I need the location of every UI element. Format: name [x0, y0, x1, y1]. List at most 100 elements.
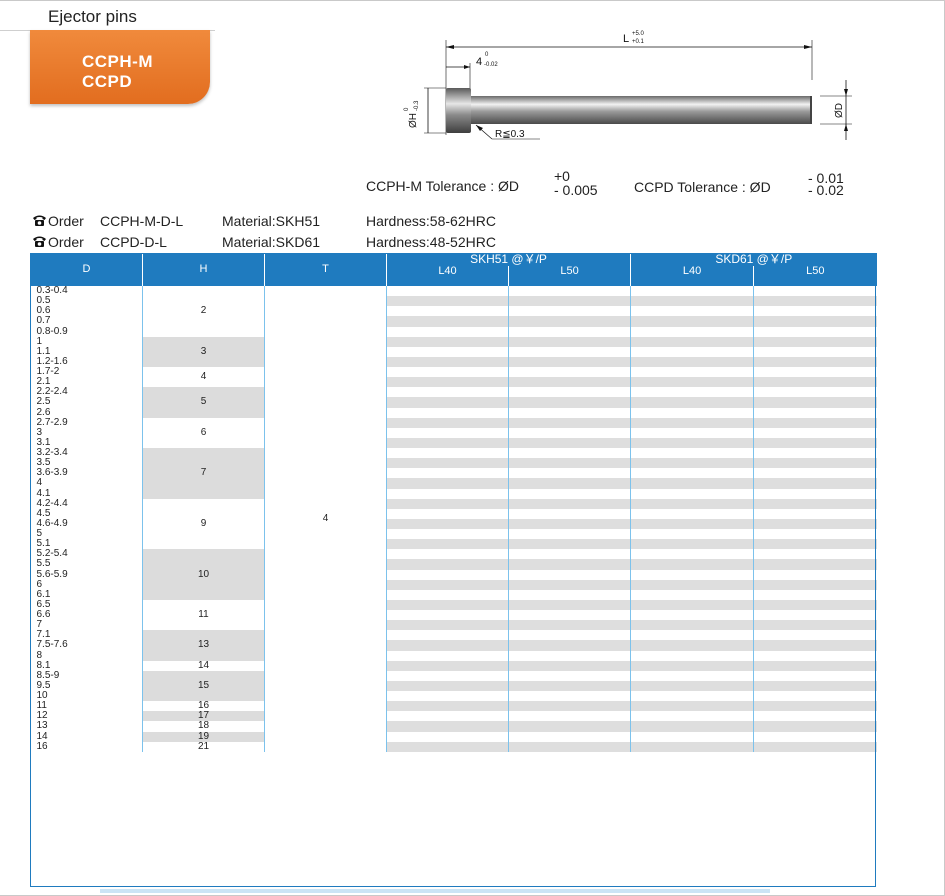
price-cell-skh51-l40	[386, 680, 509, 691]
price-cell-skd61-l50	[753, 660, 877, 671]
price-cell-skh51-l40	[386, 316, 509, 327]
price-cell-skh51-l40	[386, 599, 509, 610]
price-cell-skh51-l50	[507, 599, 631, 610]
price-cell-skh51-l50	[507, 691, 631, 702]
price-cell-skh51-l50	[507, 569, 631, 580]
price-cell-skd61-l50	[753, 529, 877, 540]
h-cell: 10	[142, 549, 265, 600]
price-cell-skh51-l40	[386, 478, 509, 489]
price-cell-skh51-l40	[386, 741, 509, 752]
price-cell-skd61-l50	[753, 397, 877, 408]
d-cell: 16	[30, 741, 143, 752]
header-skd61-l50: L50	[753, 266, 877, 286]
bottom-bar	[100, 889, 770, 893]
price-cell-skh51-l50	[507, 437, 631, 448]
price-cell-skd61-l40	[630, 316, 754, 327]
svg-text:+0.1: +0.1	[632, 39, 645, 45]
price-cell-skh51-l50	[507, 407, 631, 418]
price-cell-skh51-l40	[386, 559, 509, 570]
table-row: 6.5 11	[30, 599, 877, 631]
price-cell-skh51-l50	[507, 346, 631, 357]
price-cell-skh51-l40	[386, 589, 509, 600]
d-cell: 0.7	[30, 316, 143, 327]
price-cell-skh51-l40	[386, 417, 509, 428]
h-cell: 5	[142, 387, 265, 418]
price-cell-skh51-l50	[507, 721, 631, 732]
d-cell: 10	[30, 690, 143, 702]
price-cell-skh51-l50	[507, 620, 631, 631]
price-cell-skd61-l40	[630, 306, 754, 317]
price-cell-skd61-l50	[753, 387, 877, 398]
price-cell-skd61-l40	[630, 579, 754, 590]
d-cell: 4	[30, 478, 143, 489]
radius-label: R≦0.3	[495, 129, 525, 140]
h-cell: 7	[142, 448, 265, 499]
price-cell-skh51-l50	[507, 387, 631, 398]
price-cell-skd61-l40	[630, 356, 754, 367]
price-cell-skd61-l50	[753, 377, 877, 388]
price-cell-skh51-l40	[386, 407, 509, 418]
d-cell: 13	[30, 721, 143, 732]
spec-table-body: 0.3-0.4 2 4 0.5 0.6 0.7 0.8-0.9 1 3 1.1 1.2-1.6 1.7…	[30, 285, 877, 752]
price-cell-skd61-l50	[753, 610, 877, 621]
price-cell-skh51-l50	[507, 680, 631, 691]
h-cell: 4	[142, 367, 265, 388]
model-name-1: CCPH-M	[82, 52, 153, 71]
price-cell-skh51-l40	[386, 377, 509, 388]
price-cell-skd61-l50	[753, 407, 877, 418]
price-cell-skd61-l40	[630, 691, 754, 702]
price-cell-skd61-l40	[630, 549, 754, 560]
h-cell: 6	[142, 417, 265, 448]
price-cell-skh51-l50	[507, 518, 631, 529]
price-cell-skd61-l50	[753, 427, 877, 438]
d-cell: 5.6-5.9	[30, 569, 143, 580]
order-label: Order	[48, 213, 84, 229]
price-cell-skd61-l40	[630, 286, 754, 297]
price-cell-skh51-l40	[386, 721, 509, 732]
price-cell-skh51-l50	[507, 326, 631, 337]
price-cell-skh51-l50	[507, 316, 631, 327]
price-cell-skd61-l40	[630, 326, 754, 337]
price-cell-skd61-l50	[753, 701, 877, 712]
table-row: 2.7-2.9 6	[30, 417, 877, 448]
table-row: 16 21	[30, 741, 877, 752]
price-cell-skh51-l40	[386, 701, 509, 712]
header-h: H	[142, 253, 265, 286]
price-cell-skh51-l50	[507, 356, 631, 367]
price-cell-skh51-l50	[507, 731, 631, 742]
price-cell-skd61-l50	[753, 326, 877, 337]
header-skh51-l40: L40	[386, 266, 509, 286]
h-cell: 9	[142, 498, 265, 550]
order-material: Material:SKD61	[222, 234, 321, 250]
price-cell-skh51-l40	[386, 286, 509, 297]
shaft-dia-label: ØD	[834, 103, 845, 118]
price-cell-skh51-l50	[507, 630, 631, 641]
price-cell-skd61-l50	[753, 468, 877, 479]
h-cell: 15	[142, 670, 265, 702]
phone-icon	[32, 214, 47, 230]
price-cell-skd61-l40	[630, 701, 754, 712]
price-cell-skd61-l50	[753, 336, 877, 347]
price-cell-skh51-l50	[507, 670, 631, 681]
price-cell-skh51-l40	[386, 468, 509, 479]
price-cell-skh51-l40	[386, 650, 509, 661]
price-cell-skd61-l50	[753, 478, 877, 489]
price-cell-skd61-l50	[753, 367, 877, 378]
price-cell-skd61-l50	[753, 569, 877, 580]
d-cell: 6.6	[30, 609, 143, 621]
ccpd-tolerance-lower: - 0.02	[808, 182, 844, 198]
price-cell-skd61-l40	[630, 569, 754, 580]
order-code: CCPD-D-L	[100, 234, 167, 250]
ccph-tolerance-label: CCPH-M Tolerance : ØD	[366, 178, 520, 194]
price-cell-skd61-l40	[630, 296, 754, 307]
table-row: 14 19	[30, 731, 877, 742]
price-cell-skd61-l40	[630, 448, 754, 459]
price-cell-skh51-l40	[386, 640, 509, 651]
price-cell-skh51-l50	[507, 559, 631, 570]
header-skh51-l50: L50	[507, 266, 631, 286]
price-cell-skh51-l50	[507, 640, 631, 651]
price-cell-skh51-l40	[386, 508, 509, 519]
price-cell-skd61-l50	[753, 448, 877, 459]
price-cell-skh51-l40	[386, 387, 509, 398]
svg-text:0: 0	[404, 107, 410, 111]
